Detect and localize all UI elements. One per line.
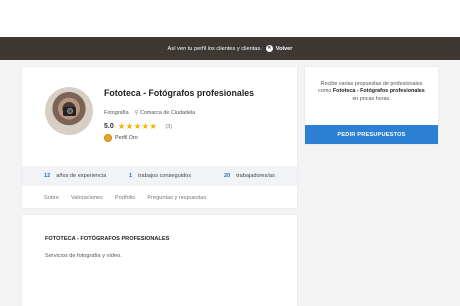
location-pin-icon: ⚲	[134, 110, 139, 116]
description-card: FOTOTECA - FOTÓGRAFOS PROFESIONALES Serv…	[22, 215, 297, 306]
quote-text: Recibe varias propuestas de profesionale…	[315, 81, 428, 103]
stat-value: 20	[224, 173, 231, 179]
stat-experience: 12 años de experiencia	[44, 173, 106, 179]
quote-text-name: Fototeca - Fotógrafos profesionales	[332, 88, 425, 95]
tab-portfolio[interactable]: Portfolio	[115, 195, 136, 201]
profile-location: Comarca de Ciudadela	[140, 110, 196, 116]
quote-text-end: en pocas horas.	[352, 95, 391, 102]
quote-card: Recibe varias propuestas de profesionale…	[305, 67, 438, 144]
rating-stars-icon: ★★★★★	[117, 121, 158, 131]
tab-faq[interactable]: Preguntas y respuestas	[147, 195, 206, 201]
profile-card: Fototeca - Fotógrafos profesionales Foto…	[22, 67, 297, 208]
medal-icon	[104, 134, 112, 142]
stat-label: años de experiencia	[56, 173, 107, 179]
banner-message: Así ven tu perfil los clientes y clienta…	[167, 45, 262, 52]
description-text: Servicios de fotografía y vídeo.	[45, 253, 122, 259]
tab-reviews[interactable]: Valoraciones	[71, 195, 103, 201]
stat-value: 1	[129, 173, 133, 179]
avatar	[45, 87, 93, 135]
reviews-count[interactable]: (3)	[165, 124, 172, 130]
lens-icon	[67, 108, 73, 114]
stat-label: trabajos conseguidos	[138, 173, 191, 179]
tab-about[interactable]: Sobre	[44, 195, 59, 201]
back-label: Volver	[275, 45, 293, 52]
request-quotes-button[interactable]: PEDIR PRESUPUESTOS	[305, 125, 438, 144]
profile-name: Fototeca - Fotógrafos profesionales	[104, 88, 255, 98]
stat-label: trabajadores/as	[236, 173, 275, 179]
profile-meta: Fotografía ⚲ Comarca de Ciudadela	[104, 110, 195, 116]
preview-banner: Así ven tu perfil los clientes y clienta…	[0, 37, 460, 60]
profile-tabs: Sobre Valoraciones Portfolio Preguntas y…	[22, 188, 297, 208]
status-badge: Perfil Oro	[104, 134, 138, 142]
badge-label: Perfil Oro	[115, 135, 138, 141]
stat-workers: 20 trabajadores/as	[224, 173, 275, 179]
stat-value: 12	[44, 173, 51, 179]
profile-category: Fotografía	[104, 110, 129, 116]
rating-row: 5.0 ★★★★★ (3)	[104, 121, 172, 132]
close-icon: ✕	[265, 45, 273, 52]
back-button[interactable]: ✕ Volver	[265, 45, 293, 52]
top-strip	[0, 0, 460, 37]
stat-jobs: 1 trabajos conseguidos	[129, 173, 191, 179]
stats-bar: 12 años de experiencia 1 trabajos conseg…	[22, 166, 297, 186]
description-title: FOTOTECA - FOTÓGRAFOS PROFESIONALES	[45, 236, 170, 242]
rating-score: 5.0	[104, 123, 114, 130]
location-row: ⚲ Comarca de Ciudadela	[135, 110, 196, 116]
